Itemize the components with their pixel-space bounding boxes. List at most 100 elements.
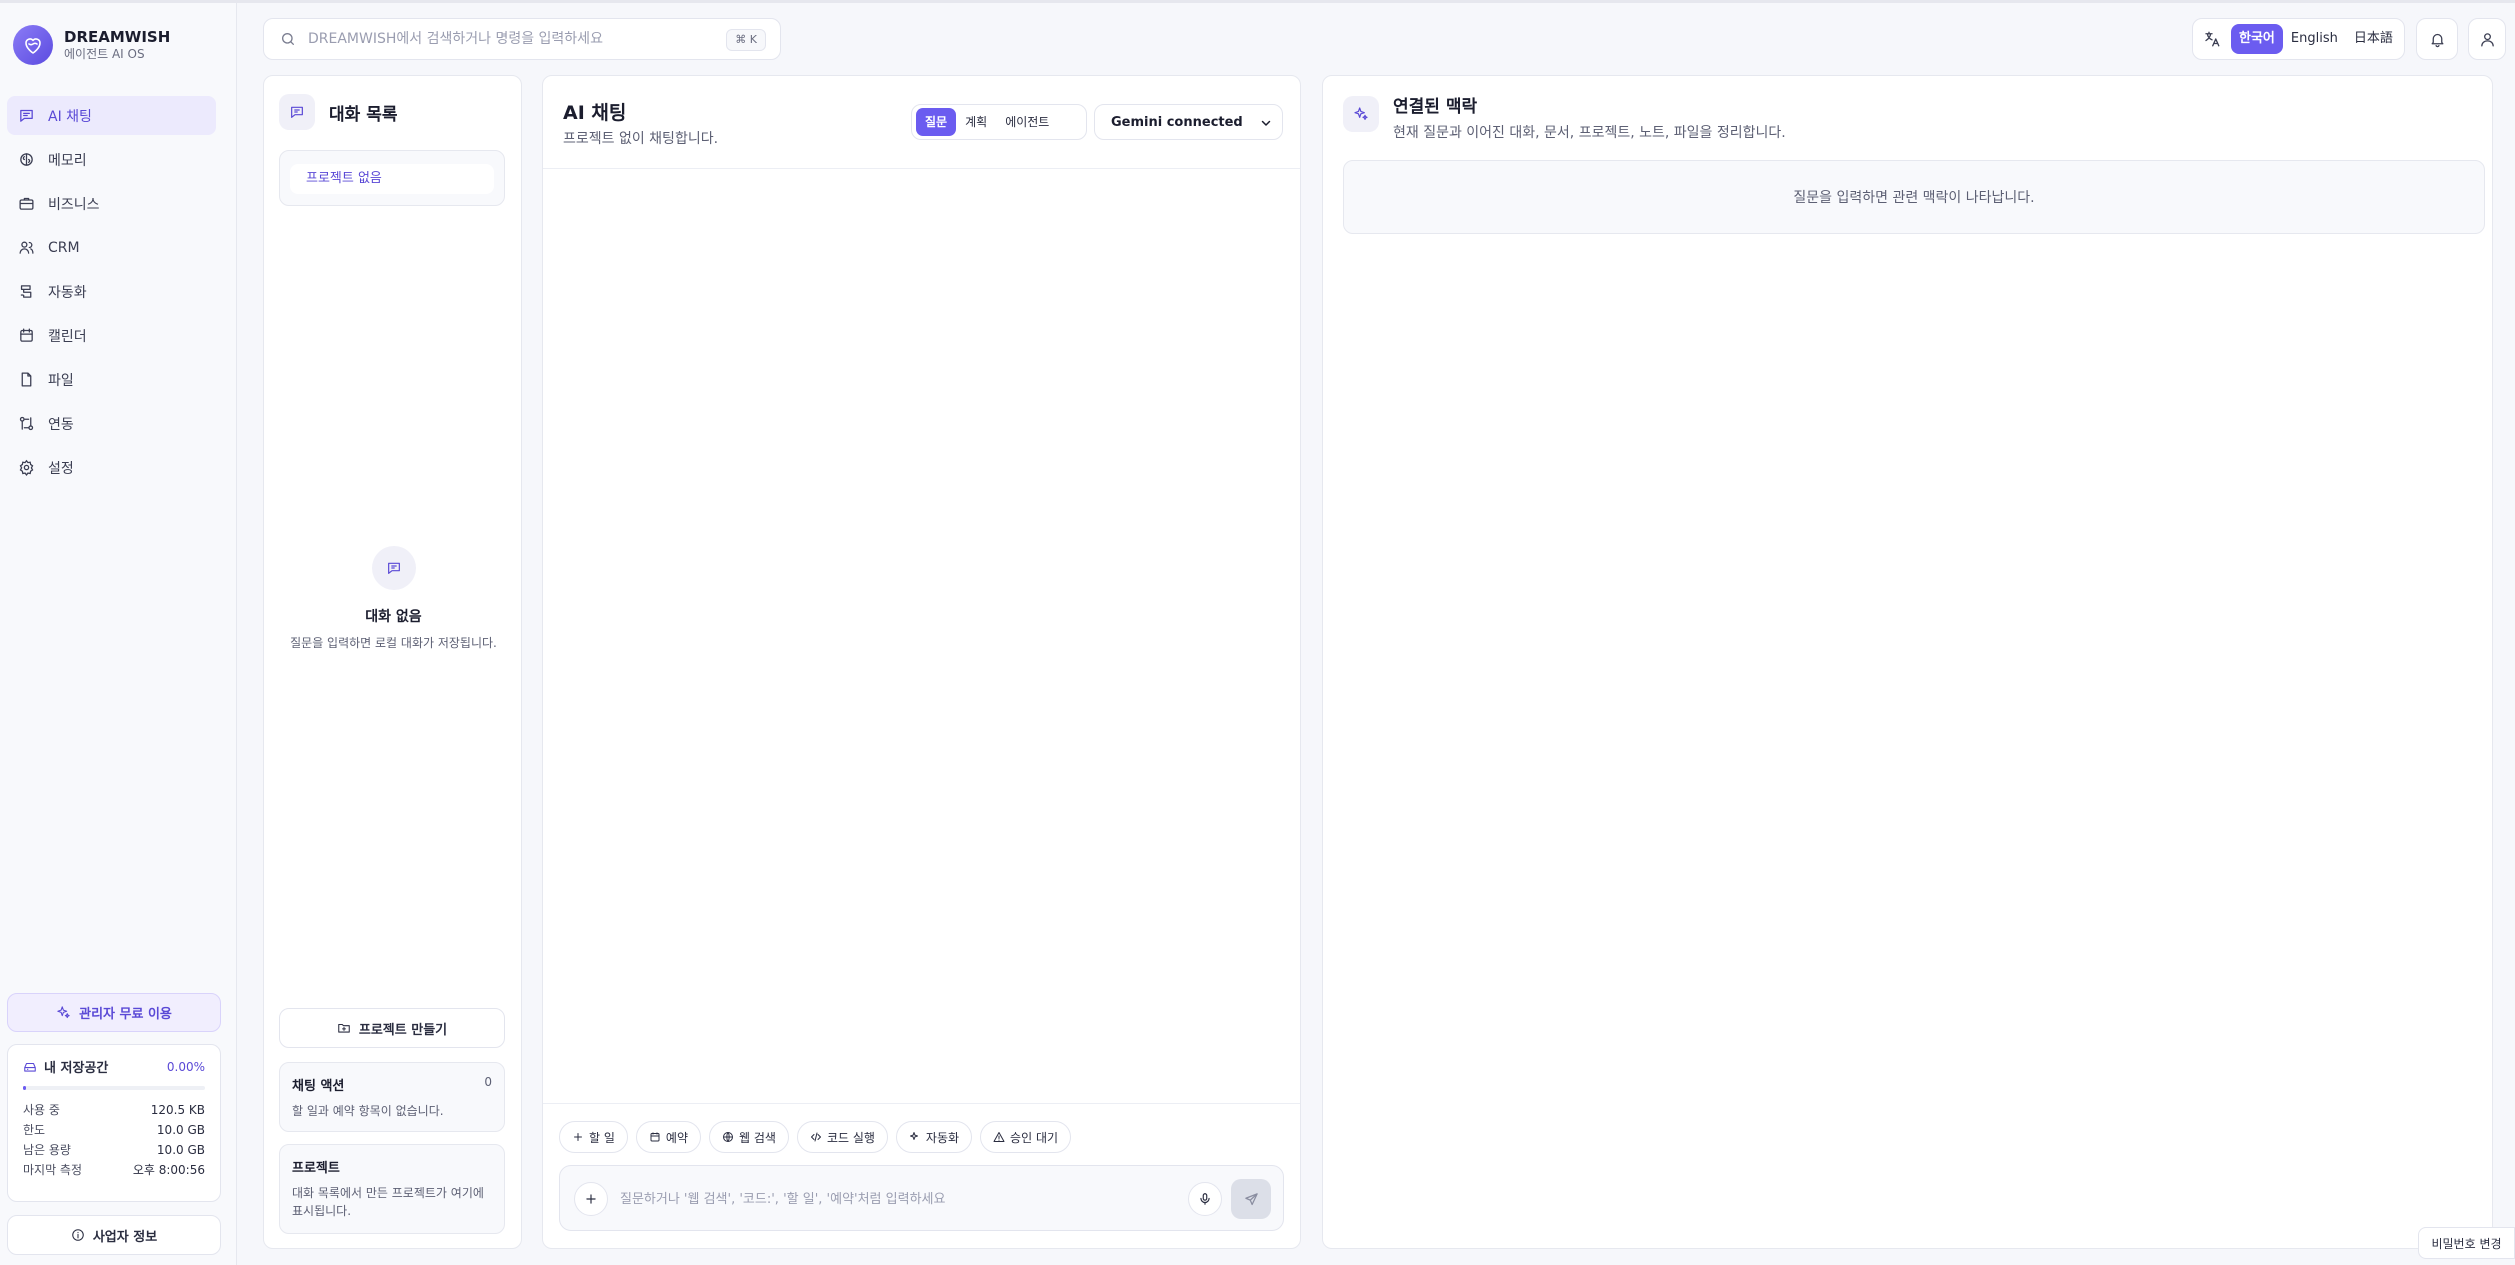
chip-web-search[interactable]: 웹 검색 — [709, 1121, 789, 1153]
chat-input[interactable] — [620, 1188, 1160, 1210]
storage-title: 내 저장공간 — [44, 1061, 109, 1076]
business-info-button[interactable]: 사업자 정보 — [7, 1215, 221, 1255]
plus-icon — [574, 1133, 582, 1141]
search-input[interactable] — [308, 31, 718, 47]
bell-icon — [2431, 33, 2443, 47]
chat-panel: AI 채팅 프로젝트 없이 채팅합니다. 질문 계획 에이전트 Gemini c… — [542, 75, 1301, 1249]
model-select-value: Gemini connected — [1111, 114, 1243, 130]
storage-row-label: 마지막 측정 — [23, 1163, 83, 1177]
brand[interactable]: DREAMWISH 에이전트 AI OS — [13, 25, 170, 65]
chat-icon — [20, 109, 33, 122]
storage-row-label: 남은 용량 — [23, 1143, 71, 1157]
sidebar-item-calendar[interactable]: 캘린더 — [7, 316, 216, 355]
translate-icon — [2205, 31, 2220, 47]
chip-code-run[interactable]: 코드 실행 — [796, 1121, 888, 1153]
sidebar: DREAMWISH 에이전트 AI OS AI 채팅 메모리 비즈니스 CRM … — [0, 3, 237, 1265]
sidebar-item-label: 캘린더 — [48, 328, 87, 345]
sidebar-item-label: AI 채팅 — [48, 108, 92, 125]
context-empty-state: 질문을 입력하면 관련 맥락이 나타납니다. — [1343, 160, 2485, 234]
storage-row-value: 오후 8:00:56 — [132, 1163, 205, 1177]
language-japanese[interactable]: 日本語 — [2346, 24, 2401, 54]
chip-schedule[interactable]: 예약 — [635, 1121, 701, 1153]
sidebar-item-business[interactable]: 비즈니스 — [7, 184, 216, 223]
sidebar-item-label: CRM — [48, 239, 80, 256]
chat-actions-count: 0 — [484, 1075, 492, 1089]
storage-row-remaining: 남은 용량 10.0 GB — [23, 1140, 205, 1160]
storage-percent: 0.00% — [166, 1059, 205, 1074]
project-filter: 프로젝트 없음 — [279, 150, 505, 206]
chip-automation[interactable]: 자동화 — [895, 1121, 973, 1153]
users-icon — [19, 241, 34, 254]
chip-pending-approval[interactable]: 승인 대기 — [980, 1121, 1072, 1153]
password-change-button[interactable]: 비밀번호 변경 — [2418, 1227, 2515, 1259]
microphone-icon — [1200, 1193, 1210, 1205]
chat-icon — [279, 94, 315, 130]
sidebar-item-label: 비즈니스 — [48, 196, 100, 213]
sidebar-item-automation[interactable]: 자동화 — [7, 272, 216, 311]
folder-plus-icon — [338, 1023, 350, 1033]
admin-free-button[interactable]: 관리자 무료 이용 — [7, 993, 221, 1032]
workflow-icon — [20, 285, 32, 298]
chat-footer-divider — [543, 1103, 1300, 1104]
sidebar-item-memory[interactable]: 메모리 — [7, 140, 216, 179]
conversation-list-title: 대화 목록 — [329, 104, 398, 125]
sparkle-icon — [1343, 96, 1379, 132]
sidebar-nav: AI 채팅 메모리 비즈니스 CRM 자동화 캘린더 파일 연동 설정 — [7, 96, 216, 492]
chip-label: 예약 — [665, 1130, 688, 1145]
profile-button[interactable] — [2468, 18, 2506, 60]
chip-todo[interactable]: 할 일 — [559, 1121, 628, 1153]
plus-icon — [586, 1194, 596, 1204]
notifications-button[interactable] — [2416, 18, 2458, 60]
model-select[interactable]: Gemini connected — [1094, 104, 1283, 140]
chat-icon — [371, 546, 416, 590]
top-border — [0, 0, 2515, 3]
make-project-button[interactable]: 프로젝트 만들기 — [279, 1008, 505, 1048]
calendar-icon — [20, 328, 33, 342]
storage-row-value: 10.0 GB — [156, 1143, 205, 1157]
storage-row-used: 사용 중 120.5 KB — [23, 1100, 205, 1120]
brand-logo-icon — [13, 25, 53, 65]
voice-input-button[interactable] — [1188, 1182, 1222, 1216]
sidebar-item-settings[interactable]: 설정 — [7, 448, 216, 487]
storage-progress-bar — [23, 1086, 205, 1090]
sidebar-item-label: 파일 — [48, 372, 74, 389]
chip-label: 할 일 — [589, 1130, 615, 1145]
storage-row-value: 10.0 GB — [156, 1123, 205, 1137]
briefcase-icon — [19, 197, 34, 210]
code-icon — [810, 1132, 821, 1142]
chip-label: 승인 대기 — [1010, 1130, 1059, 1145]
sidebar-item-integrations[interactable]: 연동 — [7, 404, 216, 443]
mode-question[interactable]: 질문 — [916, 108, 957, 136]
sparkle-icon — [909, 1132, 918, 1140]
language-english[interactable]: English — [2283, 24, 2346, 54]
sidebar-item-label: 설정 — [48, 460, 74, 477]
chat-mode-switcher: 질문 계획 에이전트 — [911, 104, 1087, 140]
file-icon — [21, 372, 32, 387]
project-filter-item[interactable]: 프로젝트 없음 — [290, 164, 494, 194]
storage-icon — [24, 1062, 36, 1072]
language-korean[interactable]: 한국어 — [2231, 24, 2283, 54]
mode-plan[interactable]: 계획 — [956, 108, 996, 136]
language-switcher: 한국어 English 日本語 — [2192, 18, 2405, 60]
mode-agent[interactable]: 에이전트 — [996, 108, 1058, 136]
global-search[interactable]: ⌘ K — [263, 18, 781, 60]
search-icon — [282, 33, 294, 45]
admin-free-label: 관리자 무료 이용 — [79, 1007, 172, 1022]
quick-action-chips: 할 일 예약 웹 검색 코드 실행 자동화 승인 대기 — [559, 1121, 1079, 1153]
chat-actions-title: 채팅 액션 — [292, 1079, 345, 1094]
attach-button[interactable] — [574, 1182, 608, 1216]
sidebar-item-files[interactable]: 파일 — [7, 360, 216, 399]
empty-description: 질문을 입력하면 로컬 대화가 저장됩니다. — [290, 636, 497, 650]
sidebar-item-crm[interactable]: CRM — [7, 228, 216, 267]
business-info-label: 사업자 정보 — [92, 1229, 158, 1245]
projects-description: 대화 목록에서 만든 프로젝트가 여기에 표시됩니다. — [292, 1186, 484, 1218]
projects-title: 프로젝트 — [292, 1161, 340, 1176]
chip-label: 웹 검색 — [739, 1130, 776, 1145]
warning-icon — [993, 1132, 1005, 1142]
chat-subtitle: 프로젝트 없이 채팅합니다. — [563, 131, 719, 147]
chat-title: AI 채팅 — [563, 102, 627, 124]
globe-icon — [723, 1132, 733, 1142]
send-button[interactable] — [1231, 1179, 1271, 1219]
sidebar-item-ai-chat[interactable]: AI 채팅 — [7, 96, 216, 135]
brand-subtitle: 에이전트 AI OS — [64, 47, 145, 61]
